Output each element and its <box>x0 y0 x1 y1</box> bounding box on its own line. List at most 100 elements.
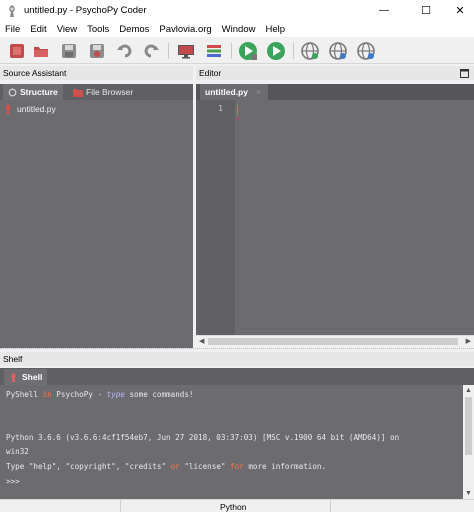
shell-prompt: >>> <box>6 477 20 486</box>
shell-line: Type "help", "copyright", "credits" or "… <box>6 462 327 471</box>
pavlovia-user-button[interactable] <box>355 40 377 62</box>
pavlovia-search-icon <box>329 42 347 60</box>
tab-structure-label: Structure <box>20 87 58 97</box>
run-button[interactable] <box>237 40 259 62</box>
pavlovia-sync-button[interactable] <box>299 40 321 62</box>
keyword: or <box>170 462 180 471</box>
run-green-button[interactable] <box>265 40 287 62</box>
open-folder-icon <box>34 47 48 57</box>
redo-icon <box>144 44 159 58</box>
window-title: untitled.py - PsychoPy Coder <box>24 5 147 16</box>
folder-icon <box>73 88 83 97</box>
tab-shell[interactable]: Shell <box>4 369 48 385</box>
scroll-left-icon[interactable]: ◀ <box>199 337 204 345</box>
menu-help[interactable]: Help <box>265 24 285 35</box>
toolbar-separator <box>168 43 169 59</box>
shelf-title: Shelf <box>3 354 23 364</box>
toolbar <box>0 37 474 64</box>
menu-edit[interactable]: Edit <box>30 24 46 35</box>
text-caret <box>237 105 238 115</box>
menu-demos[interactable]: Demos <box>119 24 149 35</box>
scroll-up-icon[interactable]: ▲ <box>465 387 472 394</box>
status-bar: Python <box>0 499 474 512</box>
editor-header: Editor <box>196 66 474 80</box>
source-assistant-header: Source Assistant <box>0 66 193 80</box>
monitor-center-button[interactable] <box>175 40 197 62</box>
menu-tools[interactable]: Tools <box>87 24 109 35</box>
shelf-tabs: Shell <box>0 368 474 385</box>
toolbar-separator <box>231 43 232 59</box>
shell-console[interactable]: PyShell in PsychoPy - type some commands… <box>0 385 463 499</box>
scrollbar-thumb[interactable] <box>465 397 472 455</box>
editor-tab-label: untitled.py <box>205 87 248 97</box>
editor-title: Editor <box>199 68 222 78</box>
redo-button[interactable] <box>140 40 162 62</box>
title-bar: untitled.py - PsychoPy Coder — ☐ ✕ <box>0 0 474 21</box>
close-button[interactable]: ✕ <box>442 0 474 21</box>
menu-bar: File Edit View Tools Demos Pavlovia.org … <box>0 21 474 37</box>
status-divider <box>120 500 121 512</box>
tab-untitled-py[interactable]: untitled.py × <box>200 84 268 100</box>
tab-file-browser[interactable]: File Browser <box>68 84 138 100</box>
keyword: type <box>106 390 125 399</box>
line-number-gutter: 1 <box>196 100 235 335</box>
maximize-icon: ☐ <box>421 5 431 17</box>
keyword: for <box>230 462 244 471</box>
save-icon <box>62 44 76 58</box>
line-number: 1 <box>218 104 223 113</box>
tab-close-icon[interactable]: × <box>256 87 261 97</box>
shelf-header: Shelf <box>0 352 474 366</box>
undo-icon <box>117 44 132 58</box>
python-icon <box>11 372 16 382</box>
menu-pavlovia[interactable]: Pavlovia.org <box>159 24 211 35</box>
source-assistant-title: Source Assistant <box>3 68 67 78</box>
shell-line: win32 <box>6 447 29 456</box>
monitor-icon <box>178 45 194 59</box>
pavlovia-user-icon <box>357 42 375 60</box>
save-button[interactable] <box>58 40 80 62</box>
maximize-button[interactable]: ☐ <box>408 0 444 21</box>
maximize-pane-icon[interactable] <box>460 69 469 78</box>
shell-line: PyShell in PsychoPy - type some commands… <box>6 390 194 399</box>
toolbar-separator <box>293 43 294 59</box>
structure-icon <box>8 88 17 96</box>
editor-horizontal-scrollbar[interactable]: ◀ ▶ <box>196 335 474 346</box>
tab-structure[interactable]: Structure <box>3 84 63 100</box>
new-file-icon <box>10 44 24 58</box>
undo-button[interactable] <box>114 40 136 62</box>
menu-file[interactable]: File <box>5 24 20 35</box>
pavlovia-sync-icon <box>301 42 319 60</box>
tab-file-browser-label: File Browser <box>86 87 134 97</box>
menu-view[interactable]: View <box>57 24 77 35</box>
save-as-icon <box>90 44 104 58</box>
status-divider <box>330 500 331 512</box>
psychopy-app-icon <box>9 4 15 17</box>
shell-tab-label: Shell <box>22 372 43 382</box>
run-green-icon <box>267 42 285 60</box>
new-file-button[interactable] <box>6 40 28 62</box>
minimize-button[interactable]: — <box>366 0 402 21</box>
save-as-button[interactable] <box>86 40 108 62</box>
menu-window[interactable]: Window <box>222 24 256 35</box>
scroll-right-icon[interactable]: ▶ <box>466 337 471 345</box>
status-language: Python <box>220 502 247 512</box>
source-assistant-tabs: Structure File Browser <box>0 84 193 100</box>
pavlovia-search-button[interactable] <box>327 40 349 62</box>
minimize-icon: — <box>379 5 389 16</box>
scrollbar-thumb[interactable] <box>208 338 458 345</box>
tree-item-label: untitled.py <box>17 104 56 114</box>
shell-vertical-scrollbar[interactable]: ▲ ▼ <box>463 385 474 499</box>
structure-panel: untitled.py <box>0 100 193 348</box>
open-file-button[interactable] <box>30 40 52 62</box>
code-editor[interactable]: 1 <box>196 100 474 335</box>
shell-line: Python 3.6.6 (v3.6.6:4cf1f54eb7, Jun 27 … <box>6 433 400 442</box>
editor-tabs: untitled.py × <box>196 84 474 100</box>
close-icon: ✕ <box>455 5 465 17</box>
color-picker-icon <box>207 45 221 57</box>
python-file-icon <box>5 104 11 114</box>
keyword: in <box>42 390 52 399</box>
color-picker-button[interactable] <box>203 40 225 62</box>
tree-item[interactable]: untitled.py <box>3 104 56 114</box>
scroll-down-icon[interactable]: ▼ <box>465 490 472 497</box>
run-icon <box>239 42 257 60</box>
